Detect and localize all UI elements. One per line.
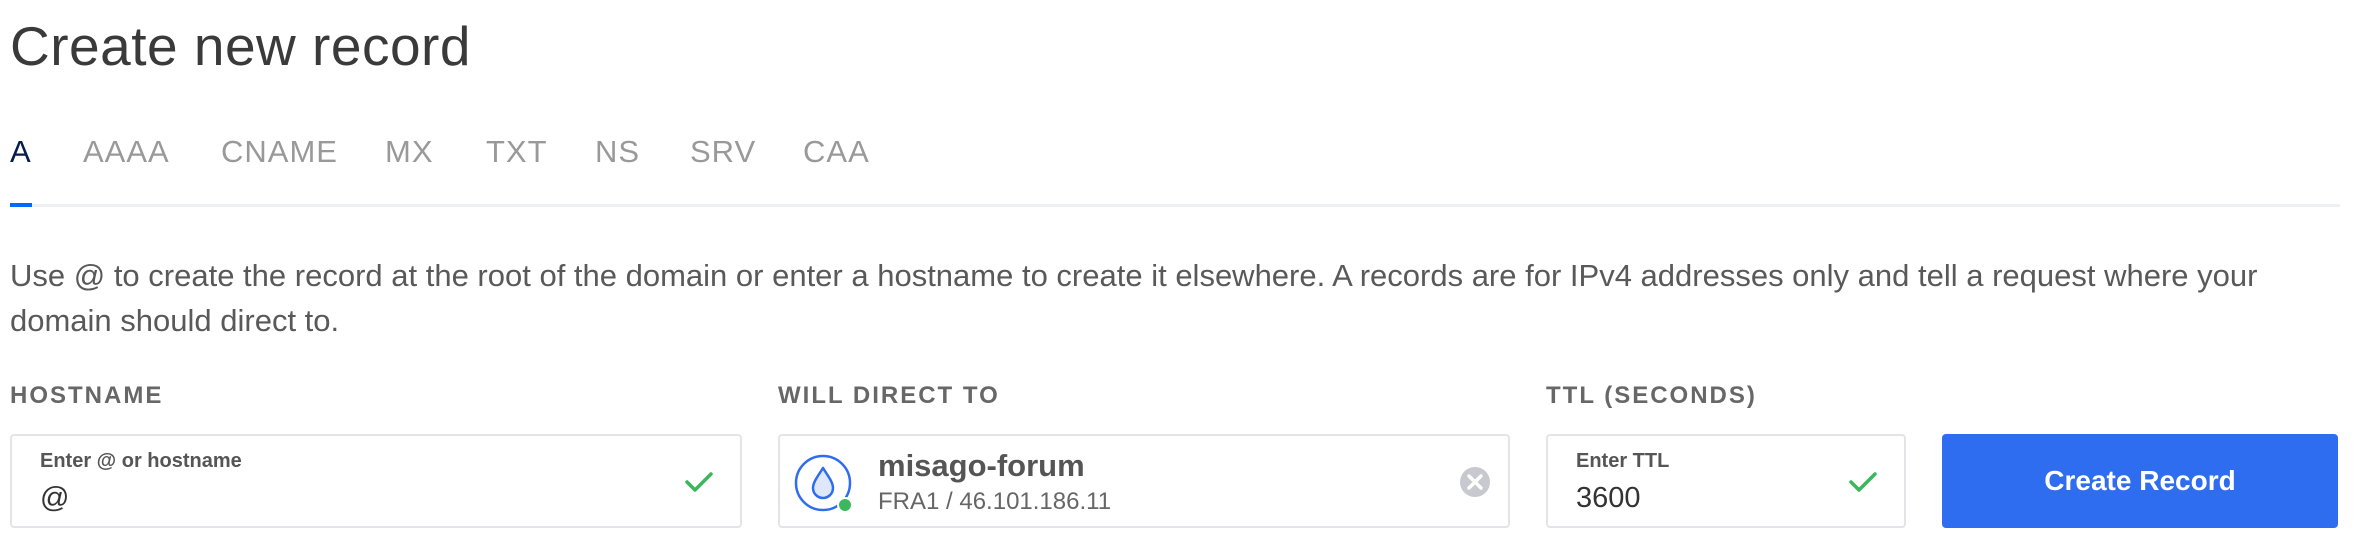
record-type-tabs: A AAAA CNAME MX TXT NS SRV CAA [10,130,2340,207]
droplet-icon [794,454,853,513]
ttl-label: TTL (SECONDS) [1546,382,1757,409]
check-icon [685,472,713,492]
tab-txt[interactable]: TXT [486,134,548,204]
check-icon [1849,472,1877,492]
tab-srv[interactable]: SRV [690,134,756,204]
droplet-name: misago-forum [878,448,1085,483]
clear-icon[interactable] [1458,465,1492,499]
tab-aaaa[interactable]: AAAA [83,134,170,204]
record-description: Use @ to create the record at the root o… [10,258,2258,338]
droplet-region-ip: FRA1 / 46.101.186.11 [878,488,1112,515]
tab-caa[interactable]: CAA [803,134,870,204]
ttl-input[interactable]: 3600 [1576,482,1641,515]
direct-to-field[interactable]: misago-forum FRA1 / 46.101.186.11 [778,434,1510,528]
page-title: Create new record [10,15,471,77]
create-record-panel: Create new record A AAAA CNAME MX TXT NS… [0,0,2356,552]
create-record-button[interactable]: Create Record [1942,434,2338,528]
ttl-placeholder: Enter TTL [1576,450,1670,472]
hostname-field[interactable]: Enter @ or hostname @ [10,434,742,528]
hostname-input[interactable]: @ [40,482,69,515]
direct-to-label: WILL DIRECT TO [778,382,1000,409]
hostname-placeholder: Enter @ or hostname [40,450,242,472]
tab-ns[interactable]: NS [595,134,640,204]
tab-a[interactable]: A [10,134,32,207]
ttl-field[interactable]: Enter TTL 3600 [1546,434,1906,528]
hostname-label: HOSTNAME [10,382,164,409]
tab-mx[interactable]: MX [385,134,434,204]
tab-cname[interactable]: CNAME [221,134,338,204]
